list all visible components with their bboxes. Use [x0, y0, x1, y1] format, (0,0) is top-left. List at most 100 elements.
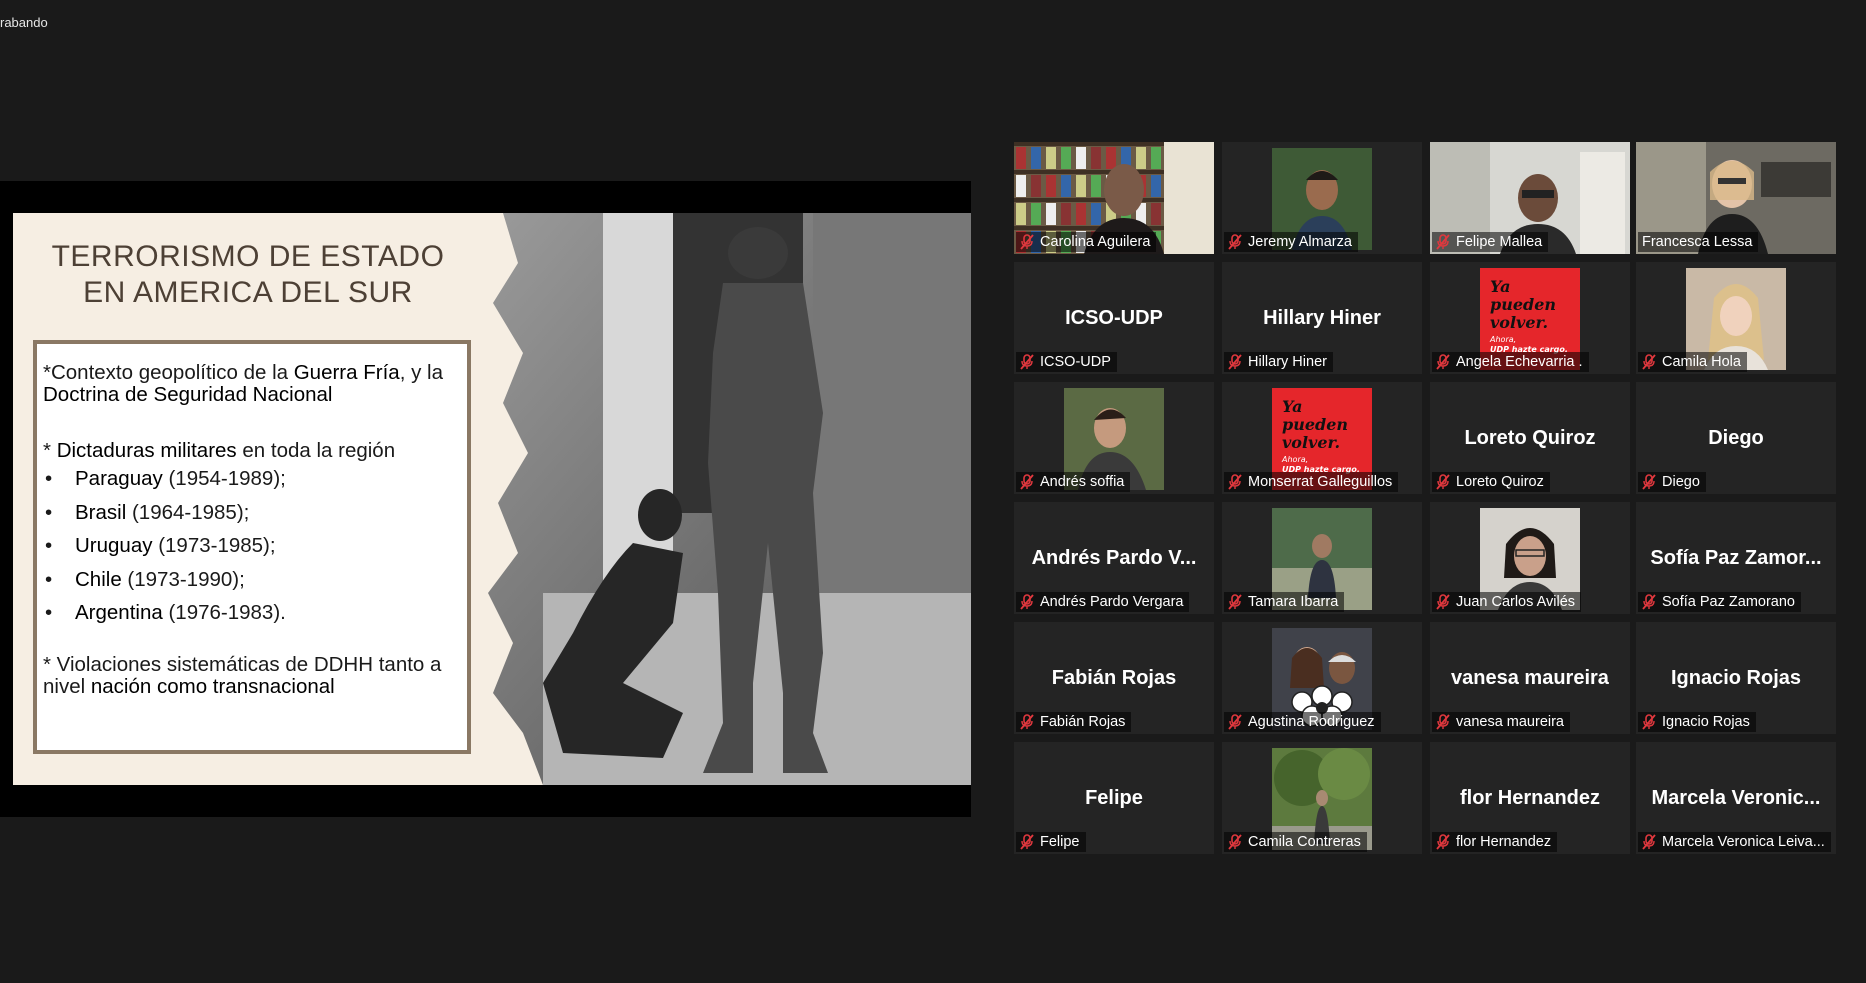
participant-tile[interactable]: Carolina Aguilera — [1014, 142, 1214, 254]
muted-mic-icon — [1228, 354, 1242, 370]
participant-name: Angela Echevarria . — [1456, 354, 1583, 370]
participant-display-name: Andrés Pardo V... — [1031, 547, 1197, 569]
participant-name: Sofía Paz Zamorano — [1662, 594, 1795, 610]
participant-name-label: Marcela Veronica Leiva... — [1638, 832, 1831, 852]
screen-share: TERRORISMO DE ESTADO EN AMERICA DEL SUR … — [0, 181, 971, 817]
svg-text:Ahora,: Ahora, — [1281, 455, 1308, 464]
participant-name-label: Sofía Paz Zamorano — [1638, 592, 1801, 612]
participant-display-name: Hillary Hiner — [1263, 307, 1381, 329]
participant-name: ICSO-UDP — [1040, 354, 1111, 370]
participant-tile[interactable]: Juan Carlos Avilés — [1430, 502, 1630, 614]
participant-tile[interactable]: Ya pueden volver. Ahora, UDP hazte cargo. Ang… — [1430, 262, 1630, 374]
participant-name-label: Francesca Lessa — [1638, 232, 1759, 252]
country-item: Brasil (1964-1985); — [43, 501, 461, 536]
participant-tile[interactable]: Camila Contreras — [1222, 742, 1422, 854]
participant-tile[interactable]: ICSO-UDP ICSO-UDP — [1014, 262, 1214, 374]
participant-tile[interactable]: vanesa maureira vanesa maureira — [1430, 622, 1630, 734]
participant-tile[interactable]: Sofía Paz Zamor... Sofía Paz Zamorano — [1636, 502, 1836, 614]
svg-text:volver.: volver. — [1282, 433, 1340, 452]
muted-mic-icon — [1020, 594, 1034, 610]
participant-name-label: Hillary Hiner — [1224, 352, 1333, 372]
participant-name-label: Camila Hola — [1638, 352, 1747, 372]
participant-tile[interactable]: Tamara Ibarra — [1222, 502, 1422, 614]
participant-name-label: Jeremy Almarza — [1224, 232, 1358, 252]
muted-mic-icon — [1228, 714, 1242, 730]
participant-name-label: Fabián Rojas — [1016, 712, 1132, 732]
muted-mic-icon — [1020, 474, 1034, 490]
participant-name-label: Carolina Aguilera — [1016, 232, 1157, 252]
participant-tile[interactable]: Agustina Rodriguez — [1222, 622, 1422, 734]
participant-name-label: flor Hernandez — [1432, 832, 1558, 852]
participant-tile[interactable]: Felipe Felipe — [1014, 742, 1214, 854]
participant-name: Andrés soffia — [1040, 474, 1125, 490]
participant-display-name: Marcela Veronic... — [1651, 787, 1821, 809]
participant-name: Diego — [1662, 474, 1700, 490]
muted-mic-icon — [1642, 594, 1656, 610]
presentation-slide: TERRORISMO DE ESTADO EN AMERICA DEL SUR … — [13, 213, 971, 785]
svg-text:Ya: Ya — [1282, 397, 1303, 416]
participant-tile[interactable]: Diego Diego — [1636, 382, 1836, 494]
country-item: Paraguay (1954-1989); — [43, 468, 461, 502]
participant-name-label: Andrés Pardo Vergara — [1016, 592, 1190, 612]
participant-tile[interactable]: Ignacio Rojas Ignacio Rojas — [1636, 622, 1836, 734]
slide-content-box: *Contexto geopolítico de la Guerra Fría,… — [33, 340, 471, 754]
participant-name: Loreto Quiroz — [1456, 474, 1544, 490]
participant-name-label: Camila Contreras — [1224, 832, 1367, 852]
participant-name-label: Diego — [1638, 472, 1706, 492]
participant-name: Marcela Veronica Leiva... — [1662, 834, 1825, 850]
slide-intro: *Contexto geopolítico de la Guerra Fría,… — [43, 361, 443, 406]
participant-tile[interactable]: Fabián Rojas Fabián Rojas — [1014, 622, 1214, 734]
participant-display-name: vanesa maureira — [1451, 667, 1609, 689]
participant-name: Hillary Hiner — [1248, 354, 1327, 370]
participant-tile[interactable]: Andrés soffia — [1014, 382, 1214, 494]
participant-tile[interactable]: Felipe Mallea — [1430, 142, 1630, 254]
participant-name: Francesca Lessa — [1642, 234, 1753, 250]
muted-mic-icon — [1436, 834, 1450, 850]
participant-tile[interactable]: Andrés Pardo V... Andrés Pardo Vergara — [1014, 502, 1214, 614]
participant-name: flor Hernandez — [1456, 834, 1552, 850]
participant-name: Felipe Mallea — [1456, 234, 1543, 250]
participant-name-label: Andrés soffia — [1016, 472, 1131, 492]
participant-tile[interactable]: Hillary Hiner Hillary Hiner — [1222, 262, 1422, 374]
slide-violaciones: * Violaciones sistemáticas de DDHH tanto… — [43, 652, 442, 698]
participant-name: Camila Contreras — [1248, 834, 1361, 850]
participant-name-label: Juan Carlos Avilés — [1432, 592, 1582, 612]
muted-mic-icon — [1020, 234, 1034, 250]
participant-display-name: Ignacio Rojas — [1670, 667, 1802, 689]
muted-mic-icon — [1642, 714, 1656, 730]
country-list: Paraguay (1954-1989); Brasil (1964-1985)… — [43, 468, 461, 636]
participant-name-label: Loreto Quiroz — [1432, 472, 1550, 492]
participant-gallery: Carolina Aguilera Jeremy Almarza Felipe Ma… — [1014, 142, 1839, 858]
participant-tile[interactable]: Jeremy Almarza — [1222, 142, 1422, 254]
svg-text:pueden: pueden — [1490, 295, 1556, 314]
participant-name-label: Agustina Rodriguez — [1224, 712, 1381, 732]
muted-mic-icon — [1020, 834, 1034, 850]
muted-mic-icon — [1228, 594, 1242, 610]
svg-text:Ya: Ya — [1490, 277, 1511, 296]
muted-mic-icon — [1436, 594, 1450, 610]
participant-name-label: Ignacio Rojas — [1638, 712, 1756, 732]
participant-tile[interactable]: Francesca Lessa — [1636, 142, 1836, 254]
participant-name: Ignacio Rojas — [1662, 714, 1750, 730]
participant-name: vanesa maureira — [1456, 714, 1564, 730]
participant-tile[interactable]: Marcela Veronic... Marcela Veronica Leiva… — [1636, 742, 1836, 854]
participant-name: Fabián Rojas — [1040, 714, 1126, 730]
participant-tile[interactable]: Camila Hola — [1636, 262, 1836, 374]
participant-name-label: Angela Echevarria . — [1432, 352, 1589, 372]
muted-mic-icon — [1642, 474, 1656, 490]
muted-mic-icon — [1228, 474, 1242, 490]
muted-mic-icon — [1436, 474, 1450, 490]
participant-tile[interactable]: flor Hernandez flor Hernandez — [1430, 742, 1630, 854]
participant-name-label: Felipe Mallea — [1432, 232, 1549, 252]
muted-mic-icon — [1642, 354, 1656, 370]
participant-display-name: Diego — [1708, 427, 1764, 449]
muted-mic-icon — [1228, 834, 1242, 850]
participant-display-name: Sofía Paz Zamor... — [1650, 547, 1822, 569]
muted-mic-icon — [1020, 354, 1034, 370]
participant-tile[interactable]: Ya pueden volver. Ahora, UDP hazte cargo. Mon… — [1222, 382, 1422, 494]
participant-name-label: vanesa maureira — [1432, 712, 1570, 732]
muted-mic-icon — [1436, 234, 1450, 250]
participant-name-label: Tamara Ibarra — [1224, 592, 1345, 612]
muted-mic-icon — [1020, 714, 1034, 730]
participant-tile[interactable]: Loreto Quiroz Loreto Quiroz — [1430, 382, 1630, 494]
